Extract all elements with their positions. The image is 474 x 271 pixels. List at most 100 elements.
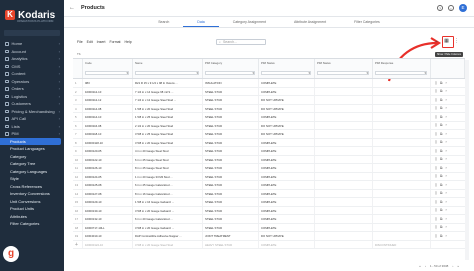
cell-category[interactable]: STEEL STUD [203,215,259,223]
cell-status[interactable]: DO NOT UPDATE [259,121,315,129]
cell-status-2[interactable] [315,232,373,240]
cell-response[interactable] [373,147,431,155]
cell-name[interactable]: 1 5/8 in x 20 Gauge Steel Stud [133,104,203,112]
document-icon[interactable]: ▯ [435,208,437,212]
row-number[interactable]: 10 [73,155,83,163]
cell-category[interactable]: STEEL STUD [203,96,259,104]
link-icon[interactable]: ⧉ [440,149,443,153]
row-number[interactable]: 12 [73,172,83,180]
cell-category[interactable]: STEEL STUD [203,104,259,112]
cell-status[interactable]: COMPLETE [259,240,315,248]
table-row[interactable]: 11 10000126-10 8 in x 25 Gauge Steel Stud S… [73,164,465,173]
cell-name[interactable]: 2 1/2 in x 20 Gauge Steel Stud [133,121,203,129]
cell-code[interactable]: 10000112-12 [83,96,133,104]
table-row[interactable]: 1 083 R21 R 15 x 9 1/4 x 98 In Owens ... IN… [73,79,465,88]
cell-response[interactable] [373,232,431,240]
filter-icon[interactable]: ▾ [126,71,128,75]
document-icon[interactable]: ▯ [435,115,437,119]
prev-page-icon[interactable]: ‹ [425,264,426,268]
sidebar-subitem[interactable]: Inventory Conversions [0,190,64,198]
table-row[interactable]: 10 10000122-10 6 in x 25 Gauge Steel Stud S… [73,155,465,164]
row-number[interactable]: 4 [73,104,83,112]
link-icon[interactable]: ⧉ [440,166,443,170]
cell-response[interactable]: DISCONTINUED [373,240,431,248]
sidebar-item[interactable]: CMS › [0,63,64,71]
grid-search-input[interactable]: ⌕ Search... [216,39,266,45]
cell-response[interactable] [373,113,431,121]
cell-code[interactable]: 10000118-10 [83,130,133,138]
document-icon[interactable]: ▯ [435,191,437,195]
sidebar-item[interactable]: Account › [0,48,64,56]
cell-name[interactable]: 3 5/8 in x 25 Gauge Steel Stud [133,130,203,138]
cell-status-2[interactable] [315,155,373,163]
link-icon[interactable]: ⧉ [440,106,443,110]
cell-response[interactable] [373,215,431,223]
filter-icon[interactable]: ▾ [196,71,198,75]
cell-status[interactable]: COMPLETE [259,181,315,189]
chevron-right-icon[interactable]: › [445,106,446,110]
next-page-icon[interactable]: › [452,264,453,268]
cell-response[interactable] [373,79,431,87]
cell-category[interactable]: STEEL STUD [203,130,259,138]
document-icon[interactable]: ▯ [435,166,437,170]
row-number[interactable]: 11 [73,164,83,172]
cell-category[interactable]: JOINT TREATMENT [203,232,259,240]
cell-name[interactable]: 3 5/8 in x 20 Gauge Steel Stud [133,240,203,248]
sidebar-item[interactable]: Orders › [0,85,64,93]
link-icon[interactable]: ⧉ [440,81,443,85]
cell-status-2[interactable] [315,147,373,155]
cell-status-2[interactable] [315,206,373,214]
document-icon[interactable]: ▯ [435,200,437,204]
cell-code[interactable]: 10000122-10 [83,155,133,163]
table-row[interactable]: 16 10000130-10 3 5/8 in x 20 Gauge Galvani… [73,206,465,215]
cell-name[interactable]: 3 5/8 in x 20 Gauge Galvaniz ... [133,206,203,214]
chevron-right-icon[interactable]: › [445,89,446,93]
cell-name[interactable]: 3 5/8 in x 20 Gauge Steel Stud [133,138,203,146]
sidebar-subitem[interactable]: Category [0,153,64,161]
sidebar-subitem[interactable]: Filter Categories [0,220,64,228]
cell-code[interactable]: 083 [83,79,133,87]
cell-response[interactable] [373,138,431,146]
menu-edit[interactable]: Edit [87,40,93,44]
cell-category[interactable]: STEEL STUD [203,121,259,129]
cell-status-2[interactable] [315,198,373,206]
cell-status[interactable]: DO NOT UPDATE [259,104,315,112]
link-icon[interactable]: ⧉ [440,208,443,212]
cell-status[interactable]: COMPLETE [259,79,315,87]
sidebar-item[interactable]: API Call › [0,115,64,123]
cell-code[interactable]: 10000130-10 [83,206,133,214]
cell-name[interactable]: 3 5/8 in x 20 Gauge Galvaniz ... [133,223,203,231]
row-number[interactable]: 15 [73,198,83,206]
column-header[interactable]: PIM Status ▾ [259,59,315,78]
chevron-right-icon[interactable]: › [445,225,446,229]
link-icon[interactable]: ⧉ [440,234,443,238]
vertical-scrollbar[interactable] [465,60,469,260]
filter-icon[interactable]: ▾ [308,71,310,75]
link-icon[interactable]: ⧉ [440,183,443,187]
document-icon[interactable]: ▯ [435,157,437,161]
row-number[interactable]: 3 [73,96,83,104]
cell-code[interactable]: 10004010-10 [83,232,133,240]
filter-icon[interactable]: ▾ [424,71,426,75]
menu-insert[interactable]: Insert [97,40,106,44]
cell-category[interactable]: STEEL STUD [203,206,259,214]
cell-name[interactable]: 1 5/8 in x 16 Gauge Galvaniz ... [133,198,203,206]
filter-icon[interactable]: ▾ [252,71,254,75]
chevron-right-icon[interactable]: › [445,132,446,136]
sidebar-subitem[interactable]: Cross References [0,183,64,191]
chevron-right-icon[interactable]: › [445,81,446,85]
notification-icon[interactable]: • [448,5,454,11]
sidebar-item[interactable]: PIM › [0,130,64,138]
chevron-right-icon[interactable]: › [445,200,446,204]
menu-format[interactable]: Format [109,40,120,44]
sidebar-item[interactable]: Home › [0,40,64,48]
sidebar-subitem[interactable]: Unit Conversions [0,198,64,206]
cell-response[interactable] [373,206,431,214]
sidebar-subitem[interactable]: Category Tree [0,160,64,168]
cell-category[interactable]: STEEL STUD [203,155,259,163]
cell-response[interactable] [373,130,431,138]
cell-name[interactable]: 4 in x 20 Gauge Steel Stud [133,147,203,155]
row-number[interactable]: 8 [73,138,83,146]
cell-category[interactable]: STEEL STUD [203,164,259,172]
sidebar-item[interactable]: Operators › [0,78,64,86]
